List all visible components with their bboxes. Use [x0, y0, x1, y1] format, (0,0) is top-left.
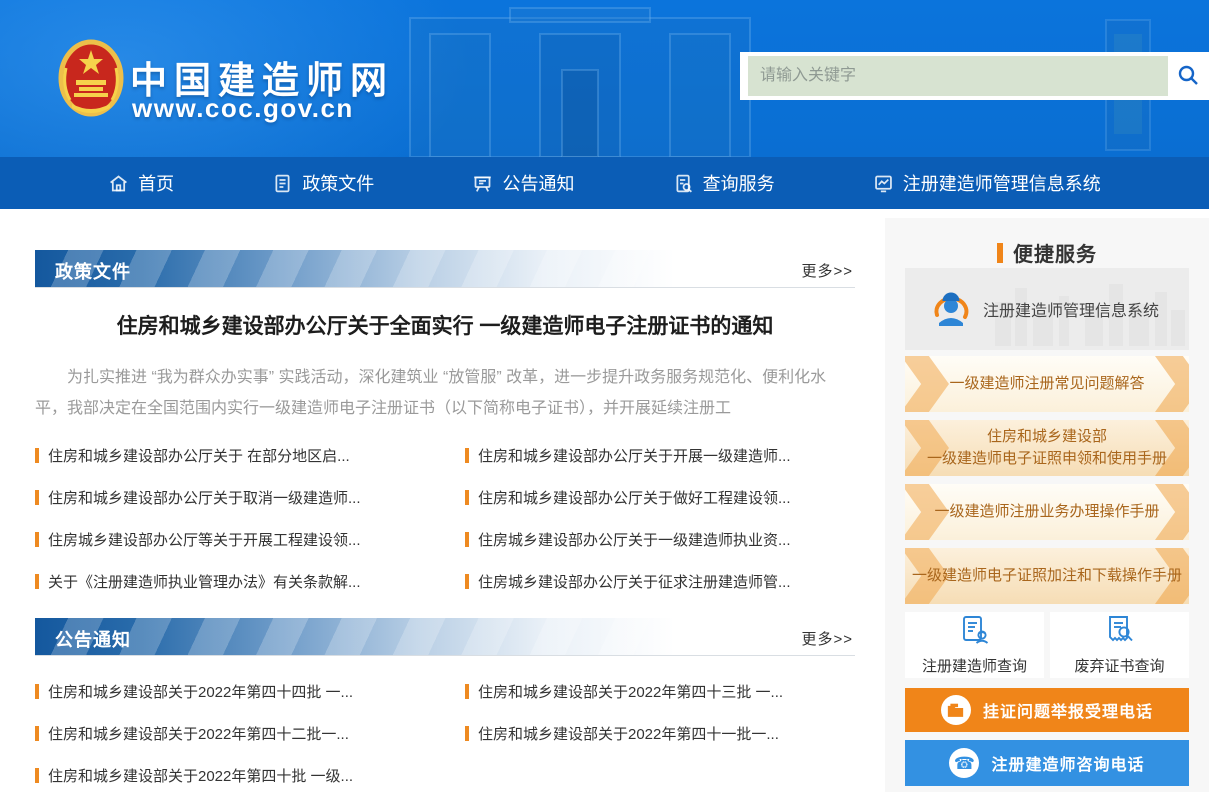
- policy-more-link[interactable]: 更多>>: [801, 260, 853, 281]
- orange-marker: [465, 448, 469, 463]
- site-header: 中国建造师网 www.coc.gov.cn: [0, 0, 1209, 157]
- background-building-image: [390, 0, 770, 157]
- quick-services-sidebar: 便捷服务 注册建造师管理信息系统 一级建造师注册常见问题解答 住房和城乡建设部: [885, 218, 1209, 792]
- report-hotline-banner[interactable]: 挂证问题举报受理电话: [905, 688, 1189, 732]
- sidebar-banner-registration-manual[interactable]: 一级建造师注册业务办理操作手册: [905, 484, 1189, 540]
- nav-label: 公告通知: [502, 170, 574, 196]
- notice-list-item[interactable]: 住房和城乡建设部关于2022年第四十一批一...: [465, 722, 857, 744]
- orange-marker: [35, 532, 39, 547]
- folder-icon: [941, 695, 971, 725]
- main-navigation: 首页 政策文件 公告通知 查询服务: [0, 157, 1209, 209]
- policy-list-item[interactable]: 住房和城乡建设部办公厅关于做好工程建设领...: [465, 486, 857, 508]
- notice-list-item[interactable]: 住房和城乡建设部关于2022年第四十二批一...: [35, 722, 427, 744]
- nav-label: 查询服务: [703, 170, 775, 196]
- orange-marker: [35, 684, 39, 699]
- document-person-icon: [959, 614, 991, 651]
- notice-section-header: 公告通知 更多>>: [35, 618, 855, 656]
- orange-title-bar: [997, 243, 1003, 263]
- policy-list-item[interactable]: 住房和城乡建设部办公厅关于开展一级建造师...: [465, 444, 857, 466]
- document-icon: [272, 173, 293, 194]
- registration-system-card[interactable]: 注册建造师管理信息系统: [905, 268, 1189, 350]
- consult-hotline-banner[interactable]: ☎ 注册建造师咨询电话: [905, 740, 1189, 786]
- notice-more-link[interactable]: 更多>>: [801, 628, 853, 649]
- notice-section-title: 公告通知: [55, 626, 131, 652]
- featured-article-summary: 为扎实推进 “我为群众办实事” 实践活动，深化建筑业 “放管服” 改革，进一步提…: [35, 362, 855, 425]
- page: 中国建造师网 www.coc.gov.cn 首页: [0, 0, 1209, 792]
- policy-section-header: 政策文件 更多>>: [35, 250, 855, 288]
- constructor-badge-icon: [931, 289, 971, 329]
- nav-item-home[interactable]: 首页: [108, 170, 174, 196]
- nav-item-query[interactable]: 查询服务: [673, 170, 775, 196]
- orange-marker: [465, 574, 469, 589]
- site-url: www.coc.gov.cn: [132, 93, 354, 124]
- policy-list-item[interactable]: 住房和城乡建设部办公厅关于 在部分地区启...: [35, 444, 427, 466]
- orange-marker: [35, 726, 39, 741]
- orange-marker: [35, 768, 39, 783]
- policy-list-item[interactable]: 住房和城乡建设部办公厅关于取消一级建造师...: [35, 486, 427, 508]
- orange-marker: [35, 490, 39, 505]
- constructor-query-card[interactable]: 注册建造师查询: [905, 612, 1044, 678]
- query-doc-icon: [673, 173, 694, 194]
- orange-marker: [465, 490, 469, 505]
- search-input[interactable]: [748, 56, 1168, 96]
- discarded-certificate-query-card[interactable]: 废弃证书查询: [1050, 612, 1189, 678]
- sidebar-banner-download-manual[interactable]: 一级建造师电子证照加注和下载操作手册: [905, 548, 1189, 604]
- notice-list-item[interactable]: 住房和城乡建设部关于2022年第四十三批 一...: [465, 680, 857, 702]
- notice-board-icon: [472, 173, 493, 194]
- orange-marker: [465, 532, 469, 547]
- search-icon: [1176, 63, 1200, 90]
- search-box: [740, 52, 1209, 100]
- search-button[interactable]: [1167, 52, 1209, 100]
- policy-news-list: 住房和城乡建设部办公厅关于 在部分地区启... 住房和城乡建设部办公厅关于开展一…: [35, 444, 857, 592]
- policy-list-item[interactable]: 关于《注册建造师执业管理办法》有关条款解...: [35, 570, 427, 592]
- policy-list-item[interactable]: 住房城乡建设部办公厅关于一级建造师执业资...: [465, 528, 857, 550]
- nav-item-notice[interactable]: 公告通知: [472, 170, 574, 196]
- nav-item-registration-system[interactable]: 注册建造师管理信息系统: [873, 170, 1101, 196]
- policy-list-item[interactable]: 住房城乡建设部办公厅等关于开展工程建设领...: [35, 528, 427, 550]
- telephone-icon: ☎: [949, 748, 979, 778]
- orange-marker: [35, 448, 39, 463]
- nav-label: 首页: [138, 170, 174, 196]
- national-emblem-logo: [58, 38, 124, 122]
- chart-window-icon: [873, 173, 894, 194]
- document-magnifier-icon: [1104, 614, 1136, 651]
- nav-label: 注册建造师管理信息系统: [903, 170, 1101, 196]
- notice-list-item[interactable]: 住房和城乡建设部关于2022年第四十四批 一...: [35, 680, 427, 702]
- nav-label: 政策文件: [302, 170, 374, 196]
- sidebar-banner-elicense-manual[interactable]: 住房和城乡建设部 一级建造师电子证照申领和使用手册: [905, 420, 1189, 476]
- featured-article-headline[interactable]: 住房和城乡建设部办公厅关于全面实行 一级建造师电子注册证书的通知: [35, 310, 855, 340]
- sidebar-title: 便捷服务: [885, 238, 1209, 267]
- orange-marker: [465, 684, 469, 699]
- sidebar-banner-faq[interactable]: 一级建造师注册常见问题解答: [905, 356, 1189, 412]
- policy-section-title: 政策文件: [55, 258, 131, 284]
- orange-marker: [465, 726, 469, 741]
- notice-list-item[interactable]: 住房和城乡建设部关于2022年第四十批 一级...: [35, 764, 427, 786]
- nav-item-policy[interactable]: 政策文件: [272, 170, 374, 196]
- orange-marker: [35, 574, 39, 589]
- home-icon: [108, 173, 129, 194]
- notice-news-list: 住房和城乡建设部关于2022年第四十四批 一... 住房和城乡建设部关于2022…: [35, 680, 857, 786]
- policy-list-item[interactable]: 住房城乡建设部办公厅关于征求注册建造师管...: [465, 570, 857, 592]
